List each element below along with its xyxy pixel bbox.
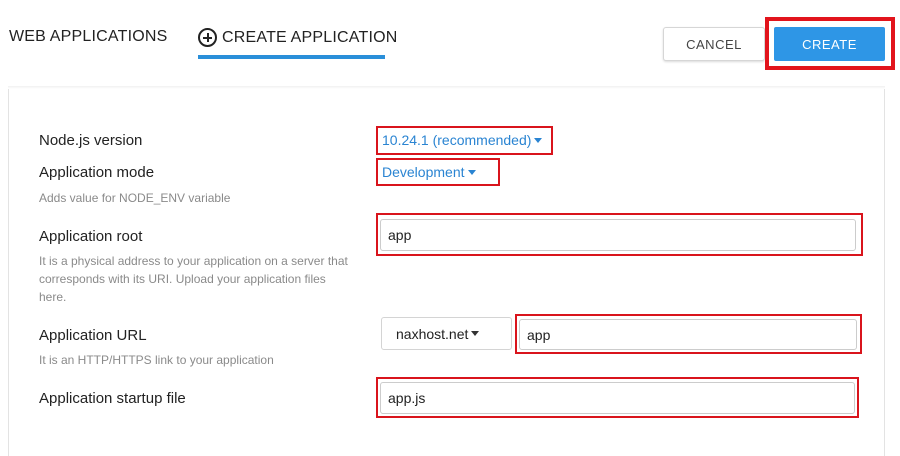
panel-shadow xyxy=(8,86,885,89)
app-mode-dropdown[interactable]: Development xyxy=(382,164,476,180)
startup-file-label: Application startup file xyxy=(39,390,186,407)
app-root-help: It is a physical address to your applica… xyxy=(39,254,348,304)
plus-circle-icon xyxy=(198,28,217,47)
tab-create-application-label: CREATE APPLICATION xyxy=(222,29,398,46)
cancel-button[interactable]: CANCEL xyxy=(663,27,765,61)
domain-dropdown[interactable]: naxhost.net xyxy=(381,317,512,350)
app-root-label: Application root xyxy=(39,228,143,245)
caret-down-icon xyxy=(467,169,476,175)
node-version-dropdown[interactable]: 10.24.1 (recommended) xyxy=(382,132,543,148)
active-tab-indicator xyxy=(198,55,385,59)
caret-down-icon xyxy=(534,137,543,143)
startup-file-input[interactable] xyxy=(380,382,855,414)
app-mode-value: Development xyxy=(382,164,465,180)
app-mode-help: Adds value for NODE_ENV variable xyxy=(39,191,231,205)
app-url-input[interactable] xyxy=(519,319,857,350)
create-button[interactable]: CREATE xyxy=(774,27,885,61)
node-version-label: Node.js version xyxy=(39,132,143,149)
app-url-label: Application URL xyxy=(39,327,147,344)
header: WEB APPLICATIONS CREATE APPLICATION CANC… xyxy=(0,0,900,90)
tab-web-applications[interactable]: WEB APPLICATIONS xyxy=(9,28,168,46)
app-url-help: It is an HTTP/HTTPS link to your applica… xyxy=(39,353,274,367)
node-version-value: 10.24.1 (recommended) xyxy=(382,132,532,148)
caret-down-icon xyxy=(471,331,480,336)
app-root-input[interactable] xyxy=(380,219,856,251)
app-mode-label: Application mode xyxy=(39,164,155,181)
domain-value: naxhost.net xyxy=(396,325,469,342)
